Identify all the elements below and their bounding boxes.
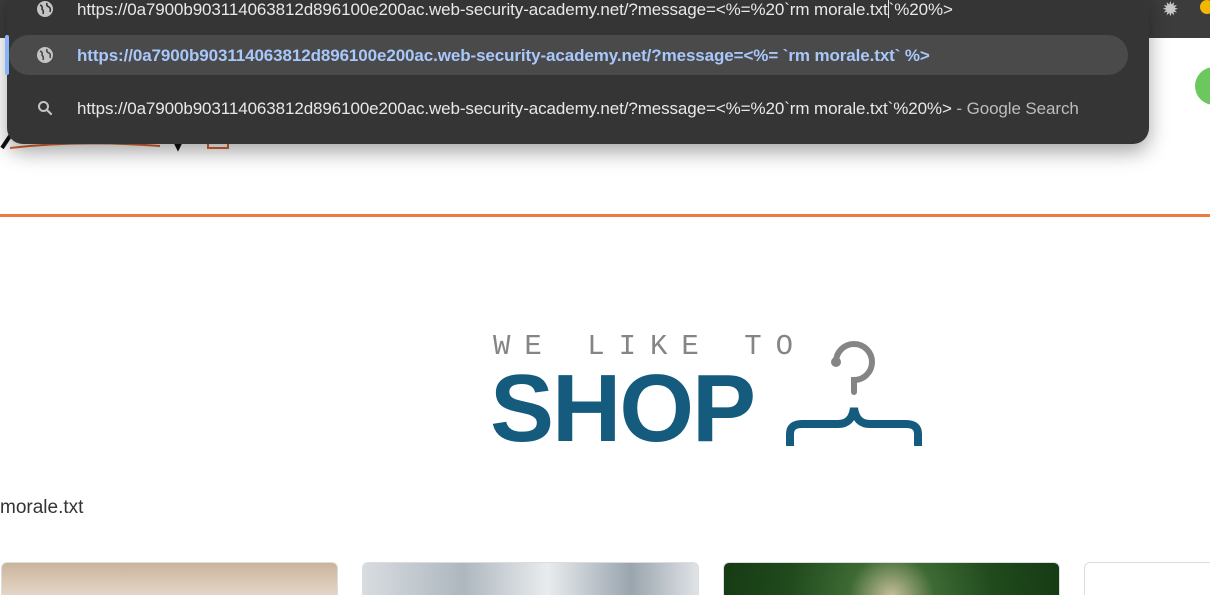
suggestion-search[interactable]: https://0a7900b903114063812d896100e200ac… [7,90,1149,130]
header-divider [0,214,1210,217]
logo-word: SHOP [490,355,756,462]
omnibox-dropdown: https://0a7900b903114063812d896100e200ac… [5,0,1149,144]
product-image-1[interactable] [1,562,338,595]
avatar[interactable] [1195,67,1210,105]
globe-icon [37,47,53,63]
suggestion-url[interactable]: https://0a7900b903114063812d896100e200ac… [9,35,1128,75]
omnibox-input-row[interactable]: https://0a7900b903114063812d896100e200ac… [7,0,1149,32]
product-image-4[interactable] [1084,562,1210,595]
product-image-3[interactable] [723,562,1060,595]
search-icon [38,101,53,116]
shop-banner-logo: WE LIKE TO SHOP [490,330,940,457]
reflected-message: morale.txt [0,497,84,518]
extension-icon[interactable] [1200,0,1210,14]
gear-icon[interactable]: ✹ [1162,0,1184,20]
omnibox-input-text[interactable]: https://0a7900b903114063812d896100e200ac… [77,0,953,20]
product-image-2[interactable] [362,562,699,595]
hanger-icon [786,341,922,446]
search-suffix: - Google Search [951,99,1079,118]
suggestion-url-text: https://0a7900b903114063812d896100e200ac… [77,46,930,65]
suggestion-search-text: https://0a7900b903114063812d896100e200ac… [77,99,1079,118]
globe-icon [37,1,53,17]
